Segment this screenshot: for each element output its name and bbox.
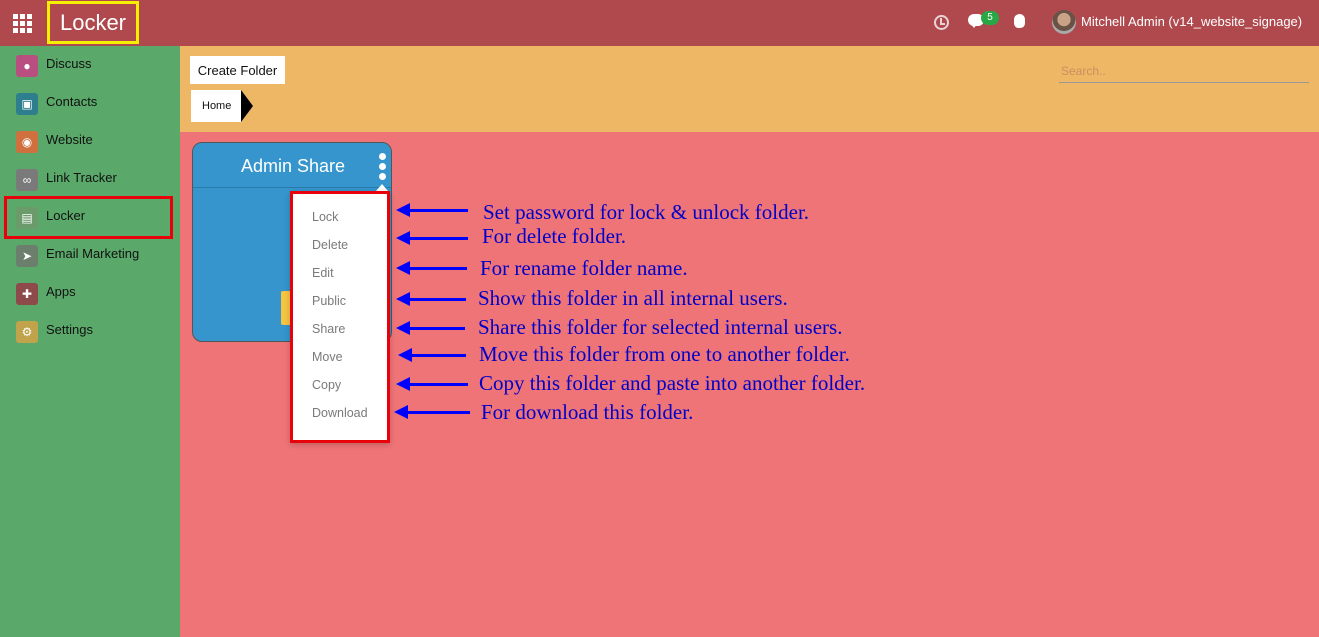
annotation-arrow-icon [394, 405, 470, 419]
email-marketing-icon: ➤ [16, 245, 38, 267]
active-item-highlight [4, 196, 173, 239]
sidebar-item-label: Website [46, 132, 93, 147]
user-menu[interactable]: Mitchell Admin (v14_website_signage) [1081, 14, 1302, 29]
annotation-arrow-icon [396, 261, 467, 275]
main-content: Admin Share Lock Delete Edit Public Shar… [180, 132, 1319, 637]
menu-item-delete[interactable]: Delete [312, 238, 348, 252]
menu-item-lock[interactable]: Lock [312, 210, 338, 224]
annotation-delete: For delete folder. [482, 224, 627, 248]
menu-item-public[interactable]: Public [312, 294, 346, 308]
annotation-copy: Copy this folder and paste into another … [479, 371, 866, 395]
menu-item-move[interactable]: Move [312, 350, 343, 364]
apps-icon: ✚ [16, 283, 38, 305]
sidebar-item-website[interactable]: ◉ Website [0, 122, 180, 160]
folder-card-header: Admin Share [193, 143, 391, 188]
clock-icon[interactable] [934, 15, 949, 30]
control-panel: Create Folder Home [180, 46, 1319, 132]
sidebar-item-label: Settings [46, 322, 93, 337]
menu-item-edit[interactable]: Edit [312, 266, 334, 280]
app-title[interactable]: Locker [47, 1, 139, 44]
annotation-move: Move this folder from one to another fol… [479, 342, 850, 366]
annotation-arrow-icon [396, 231, 468, 245]
annotation-arrow-icon [396, 321, 465, 335]
folder-title: Admin Share [240, 156, 346, 176]
sidebar-item-label: Email Marketing [46, 246, 140, 261]
menu-item-copy[interactable]: Copy [312, 378, 341, 392]
breadcrumb[interactable]: Home [191, 90, 241, 122]
apps-grid-icon[interactable] [13, 14, 32, 33]
avatar[interactable] [1052, 10, 1076, 34]
bug-icon[interactable] [1014, 14, 1025, 28]
search-input[interactable] [1059, 59, 1309, 83]
menu-item-share[interactable]: Share [312, 322, 345, 336]
annotation-arrow-icon [398, 348, 466, 362]
sidebar-item-discuss[interactable]: ● Discuss [0, 46, 180, 84]
create-folder-button[interactable]: Create Folder [190, 56, 285, 84]
annotation-download: For download this folder. [481, 400, 694, 424]
folder-actions-dropdown: Lock Delete Edit Public Share Move Copy … [290, 191, 390, 443]
messages-badge: 5 [981, 11, 999, 25]
sidebar-item-label: Discuss [46, 56, 92, 71]
breadcrumb-arrow-icon [241, 90, 253, 122]
discuss-icon: ● [16, 55, 38, 77]
kebab-menu-icon[interactable] [379, 153, 387, 183]
annotation-lock: Set password for lock & unlock folder. [483, 200, 810, 224]
contacts-icon: ▣ [16, 93, 38, 115]
settings-icon: ⚙ [16, 321, 38, 343]
top-navbar: Locker 5 Mitchell Admin (v14_website_sig… [0, 0, 1319, 46]
dropdown-caret [376, 184, 388, 191]
sidebar-item-email-marketing[interactable]: ➤ Email Marketing [0, 236, 180, 274]
website-icon: ◉ [16, 131, 38, 153]
sidebar-item-label: Contacts [46, 94, 98, 109]
annotation-arrow-icon [396, 292, 466, 306]
link-tracker-icon: ∞ [16, 169, 38, 191]
sidebar-item-label: Link Tracker [46, 170, 117, 185]
sidebar-item-settings[interactable]: ⚙ Settings [0, 312, 180, 350]
sidebar-item-contacts[interactable]: ▣ Contacts [0, 84, 180, 122]
annotation-arrow-icon [396, 203, 468, 217]
annotation-edit: For rename folder name. [480, 256, 688, 280]
annotation-share: Share this folder for selected internal … [478, 315, 843, 339]
annotation-arrow-icon [396, 377, 468, 391]
sidebar-item-link-tracker[interactable]: ∞ Link Tracker [0, 160, 180, 198]
sidebar-item-label: Apps [46, 284, 76, 299]
menu-item-download[interactable]: Download [312, 406, 368, 420]
sidebar-item-apps[interactable]: ✚ Apps [0, 274, 180, 312]
annotation-public: Show this folder in all internal users. [478, 286, 788, 310]
sidebar: ● Discuss ▣ Contacts ◉ Website ∞ Link Tr… [0, 46, 180, 637]
